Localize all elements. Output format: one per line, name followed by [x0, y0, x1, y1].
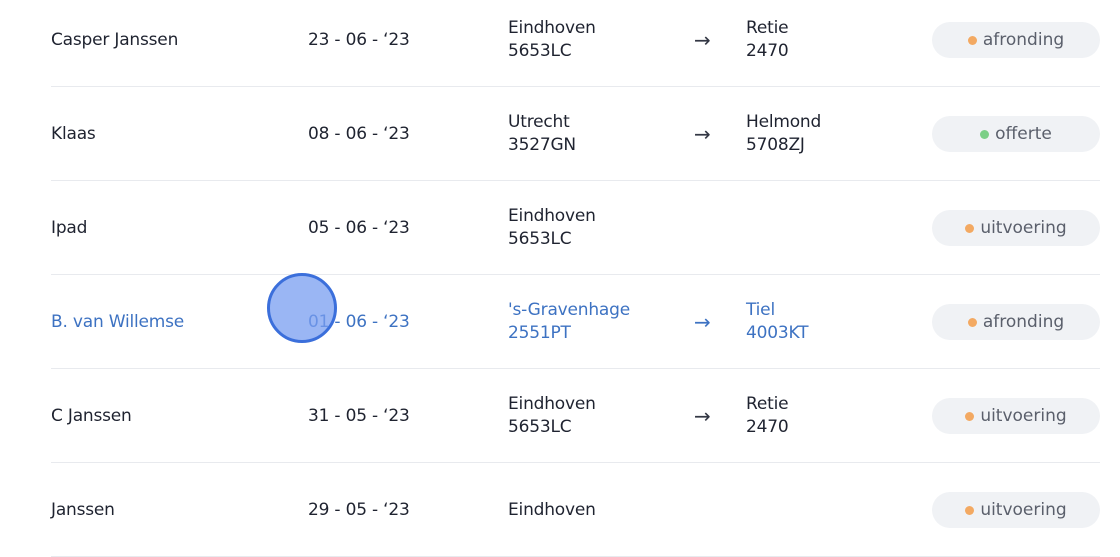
- to-city: Retie: [746, 18, 789, 38]
- customer-name: B. van Willemse: [51, 312, 185, 332]
- status-cell: uitvoering: [932, 181, 1100, 275]
- status-label: uitvoering: [980, 406, 1067, 426]
- customer-name: C Janssen: [51, 406, 132, 426]
- from-city: 's-Gravenhage: [508, 300, 631, 320]
- status-dot-icon: [980, 129, 990, 139]
- from-address: Eindhoven 5653LC: [508, 0, 678, 87]
- from-city: Utrecht: [508, 112, 570, 132]
- arrow-right-icon: [694, 181, 724, 275]
- from-postcode: 5653LC: [508, 41, 572, 61]
- from-postcode: 2551PT: [508, 323, 571, 343]
- status-cell: afronding: [932, 0, 1100, 87]
- status-badge[interactable]: uitvoering: [932, 210, 1100, 246]
- status-label: afronding: [982, 312, 1065, 332]
- status-badge[interactable]: afronding: [932, 304, 1100, 340]
- arrow-right-icon: →: [694, 404, 711, 428]
- order-date: 31 - 05 - ‘23: [308, 406, 410, 426]
- to-city: Helmond: [746, 112, 822, 132]
- status-badge[interactable]: uitvoering: [932, 492, 1100, 528]
- to-address: Retie 2470: [746, 0, 896, 87]
- status-dot-icon: [967, 317, 977, 327]
- status-cell: offerte: [932, 87, 1100, 181]
- status-label: afronding: [982, 30, 1065, 50]
- to-postcode: 4003KT: [746, 323, 809, 343]
- table-row-hovered[interactable]: B. van Willemse 01 - 06 - ‘23 's-Gravenh…: [51, 275, 1100, 369]
- table-row[interactable]: Ipad 05 - 06 - ‘23 Eindhoven 5653LC uitv…: [51, 181, 1100, 275]
- order-date: 01 - 06 - ‘23: [308, 312, 410, 332]
- status-cell: uitvoering: [932, 463, 1100, 557]
- from-address: 's-Gravenhage 2551PT: [508, 275, 678, 369]
- order-date: 23 - 06 - ‘23: [308, 30, 410, 50]
- order-date: 29 - 05 - ‘23: [308, 500, 410, 520]
- table-row[interactable]: Klaas 08 - 06 - ‘23 Utrecht 3527GN → Hel…: [51, 87, 1100, 181]
- status-badge[interactable]: uitvoering: [932, 398, 1100, 434]
- arrow-right-icon: →: [694, 310, 711, 334]
- order-date: 05 - 06 - ‘23: [308, 218, 410, 238]
- customer-name: Ipad: [51, 218, 88, 238]
- to-address: Helmond 5708ZJ: [746, 87, 896, 181]
- status-badge[interactable]: offerte: [932, 116, 1100, 152]
- status-cell: afronding: [932, 275, 1100, 369]
- customer-name: Klaas: [51, 124, 96, 144]
- customer-name: Casper Janssen: [51, 30, 179, 50]
- status-label: uitvoering: [980, 500, 1067, 520]
- to-address: [746, 181, 896, 275]
- to-address: [746, 463, 896, 557]
- customer-name: Janssen: [51, 500, 115, 520]
- table-row[interactable]: C Janssen 31 - 05 - ‘23 Eindhoven 5653LC…: [51, 369, 1100, 463]
- order-date: 08 - 06 - ‘23: [308, 124, 410, 144]
- from-address: Eindhoven 5653LC: [508, 369, 678, 463]
- to-postcode: 2470: [746, 417, 789, 437]
- from-postcode: 3527GN: [508, 135, 576, 155]
- to-city: Retie: [746, 394, 789, 414]
- status-cell: uitvoering: [932, 369, 1100, 463]
- from-city: Eindhoven: [508, 206, 596, 226]
- table-row[interactable]: Casper Janssen 23 - 06 - ‘23 Eindhoven 5…: [51, 0, 1100, 87]
- to-postcode: 5708ZJ: [746, 135, 805, 155]
- from-postcode: 5653LC: [508, 229, 572, 249]
- status-label: offerte: [995, 124, 1052, 144]
- arrow-right-icon: →: [694, 28, 711, 52]
- to-city: Tiel: [746, 300, 775, 320]
- to-postcode: 2470: [746, 41, 789, 61]
- to-address: Retie 2470: [746, 369, 896, 463]
- arrow-right-icon: →: [694, 122, 711, 146]
- status-dot-icon: [967, 35, 977, 45]
- status-dot-icon: [965, 223, 975, 233]
- from-address: Eindhoven 5653LC: [508, 181, 678, 275]
- order-list: Casper Janssen 23 - 06 - ‘23 Eindhoven 5…: [51, 0, 1100, 557]
- to-address: Tiel 4003KT: [746, 275, 896, 369]
- status-dot-icon: [965, 505, 975, 515]
- from-address: Utrecht 3527GN: [508, 87, 678, 181]
- arrow-right-icon: [694, 463, 724, 557]
- from-address: Eindhoven: [508, 463, 678, 557]
- from-city: Eindhoven: [508, 394, 596, 414]
- from-city: Eindhoven: [508, 499, 596, 520]
- status-badge[interactable]: afronding: [932, 22, 1100, 58]
- status-dot-icon: [965, 411, 975, 421]
- from-postcode: 5653LC: [508, 417, 572, 437]
- from-city: Eindhoven: [508, 18, 596, 38]
- status-label: uitvoering: [980, 218, 1067, 238]
- table-row[interactable]: Janssen 29 - 05 - ‘23 Eindhoven uitvoeri…: [51, 463, 1100, 557]
